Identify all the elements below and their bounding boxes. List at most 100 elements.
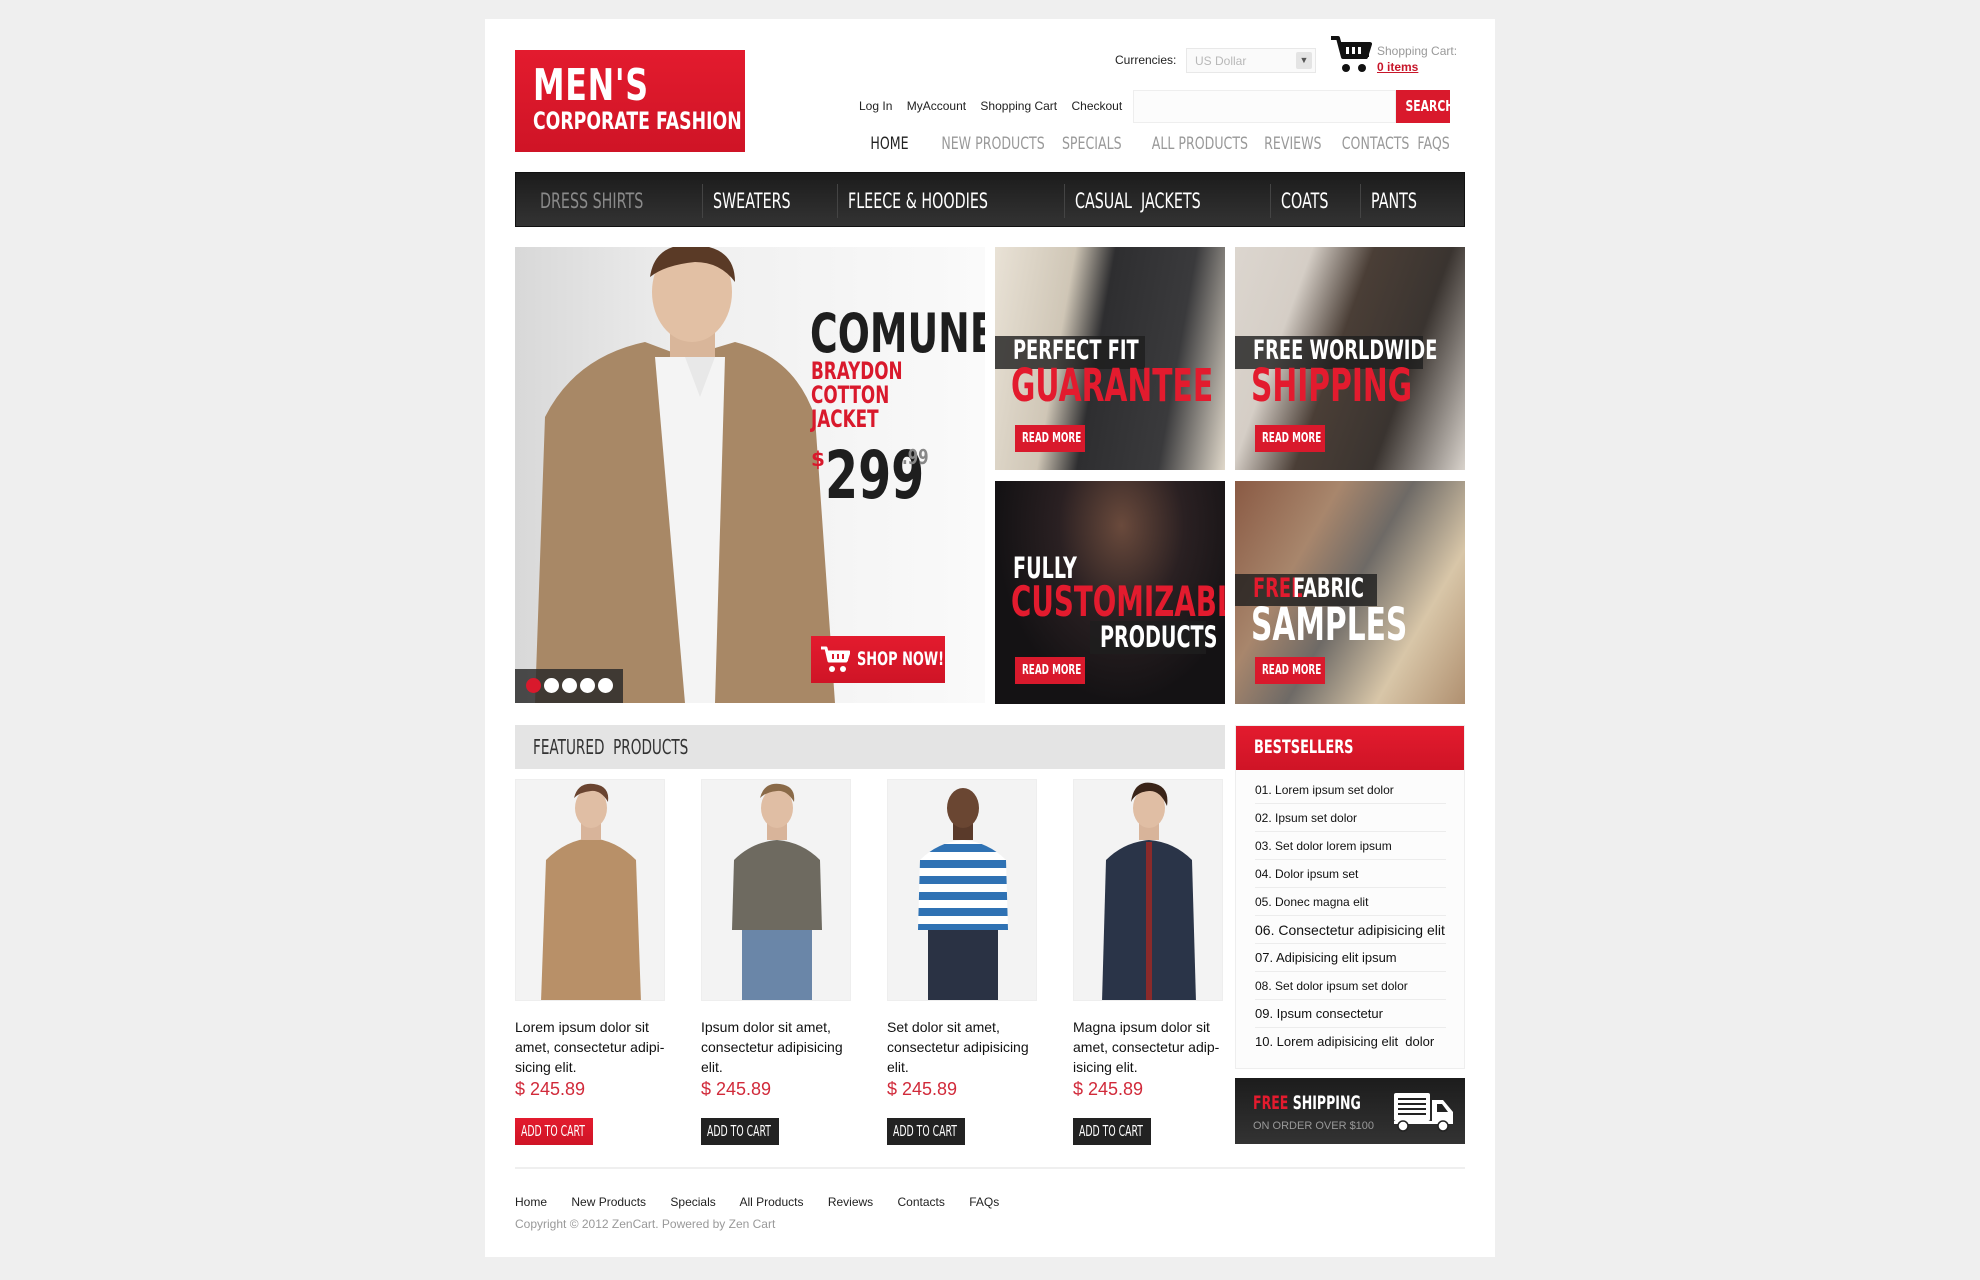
logo-line2: CORPORATE FASHION <box>533 107 742 135</box>
slide-dot-4[interactable] <box>580 678 595 693</box>
product-image[interactable] <box>1073 779 1223 1001</box>
banner-free-shipping[interactable]: FREE WORLDWIDE SHIPPING READ MORE <box>1235 247 1465 470</box>
bestseller-item[interactable]: 07. Adipisicing elit ipsum <box>1255 944 1446 972</box>
product-price: $ 245.89 <box>701 1079 772 1099</box>
bestsellers-list: 01. Lorem ipsum set dolor 02. Ipsum set … <box>1236 770 1464 1056</box>
product-name[interactable]: Set dolor sit amet, consectetur adipisic… <box>887 1017 1047 1077</box>
product-name[interactable]: Magna ipsum dolor sit amet, consectetur … <box>1073 1017 1233 1077</box>
slide-dot-2[interactable] <box>544 678 559 693</box>
product-name[interactable]: Lorem ipsum dolor sit amet, consectetur … <box>515 1017 675 1077</box>
nav-contacts[interactable]: CONTACTS <box>1342 134 1410 154</box>
featured-products-header: FEATURED PRODUCTS <box>515 725 1225 769</box>
checkout-link[interactable]: Checkout <box>1071 99 1122 113</box>
free-shipping-title: FREE SHIPPING <box>1253 1092 1361 1114</box>
cart-items-link[interactable]: 0 items <box>1377 60 1418 74</box>
slide-dot-3[interactable] <box>562 678 577 693</box>
slide-dot-5[interactable] <box>598 678 613 693</box>
nav-specials[interactable]: SPECIALS <box>1062 134 1122 154</box>
footer-link-faqs[interactable]: FAQs <box>969 1195 999 1209</box>
product-image[interactable] <box>515 779 665 1001</box>
shop-now-button[interactable]: SHOP NOW! <box>811 636 945 683</box>
product-price: $ 245.89 <box>515 1079 586 1099</box>
currency-select[interactable]: US Dollar ▼ <box>1186 48 1316 73</box>
footer-link-new-products[interactable]: New Products <box>571 1195 646 1209</box>
copyright-text: Copyright © 2012 ZenCart. Powered by Zen… <box>515 1217 776 1231</box>
bestseller-item[interactable]: 06. Consectetur adipisicing elit <box>1255 916 1446 944</box>
chevron-down-icon: ▼ <box>1296 52 1312 69</box>
logo-line1: MEN'S <box>533 60 649 111</box>
category-bar: DRESS SHIRTS SWEATERS FLEECE & HOODIES C… <box>515 172 1465 227</box>
free-shipping-banner[interactable]: FREE SHIPPING ON ORDER OVER $100 <box>1235 1078 1465 1144</box>
banner-customizable[interactable]: FULLY CUSTOMIZABLE PRODUCTS READ MORE <box>995 481 1225 704</box>
banner-line3: PRODUCTS <box>1100 620 1218 654</box>
add-to-cart-button[interactable]: ADD TO CART <box>701 1118 779 1145</box>
product-price: $ 245.89 <box>1073 1079 1144 1099</box>
read-more-button[interactable]: READ MORE <box>1015 425 1085 452</box>
bestseller-item[interactable]: 05. Donec magna elit <box>1255 888 1446 916</box>
login-link[interactable]: Log In <box>859 99 892 113</box>
nav-new-products[interactable]: NEW PRODUCTS <box>941 134 1044 154</box>
bestseller-item[interactable]: 09. Ipsum consectetur <box>1255 1000 1446 1028</box>
featured-title: FEATURED PRODUCTS <box>533 735 689 759</box>
hero-slider[interactable]: COMUNE BRAYDON COTTON JACKET $ 299 .99 S… <box>515 247 985 703</box>
bestseller-item[interactable]: 08. Set dolor ipsum set dolor <box>1255 972 1446 1000</box>
category-dress-shirts[interactable]: DRESS SHIRTS <box>530 184 702 218</box>
category-pants[interactable]: PANTS <box>1360 183 1449 218</box>
footer-link-specials[interactable]: Specials <box>670 1195 715 1209</box>
model-polo-image <box>702 780 850 1000</box>
cart-icon <box>821 646 850 672</box>
nav-faqs[interactable]: FAQS <box>1418 134 1450 154</box>
footer-link-reviews[interactable]: Reviews <box>828 1195 873 1209</box>
bestseller-item[interactable]: 10. Lorem adipisicing elit dolor <box>1255 1028 1446 1056</box>
footer-link-home[interactable]: Home <box>515 1195 547 1209</box>
truck-icon <box>1394 1093 1453 1132</box>
footer-link-all-products[interactable]: All Products <box>739 1195 803 1209</box>
add-to-cart-button[interactable]: ADD TO CART <box>1073 1118 1151 1145</box>
my-account-link[interactable]: MyAccount <box>907 99 966 113</box>
site-logo[interactable]: MEN'S CORPORATE FASHION <box>515 50 745 152</box>
product-name[interactable]: Ipsum dolor sit amet, consectetur adipis… <box>701 1017 861 1077</box>
banner-line2: CUSTOMIZABLE <box>1011 577 1225 626</box>
footer-link-contacts[interactable]: Contacts <box>898 1195 945 1209</box>
currency-label: Currencies: <box>1115 53 1177 67</box>
page-container: MEN'S CORPORATE FASHION Currencies: US D… <box>485 19 1495 1257</box>
search-input[interactable] <box>1133 90 1396 123</box>
slide-price-cents: .99 <box>902 445 929 469</box>
read-more-button[interactable]: READ MORE <box>1255 657 1325 684</box>
cart-label: Shopping Cart: <box>1377 44 1458 58</box>
category-casual-jackets[interactable]: CASUAL JACKETS <box>1063 183 1270 218</box>
add-to-cart-button[interactable]: ADD TO CART <box>515 1118 593 1145</box>
banner-perfect-fit[interactable]: PERFECT FIT GUARANTEE READ MORE <box>995 247 1225 470</box>
category-fleece-hoodies[interactable]: FLEECE & HOODIES <box>837 183 1064 218</box>
bestseller-item[interactable]: 03. Set dolor lorem ipsum <box>1255 832 1446 860</box>
category-sweaters[interactable]: SWEATERS <box>701 183 837 218</box>
nav-reviews[interactable]: REVIEWS <box>1265 134 1322 154</box>
product-image[interactable] <box>887 779 1037 1001</box>
product-image[interactable] <box>701 779 851 1001</box>
nav-all-products[interactable]: ALL PRODUCTS <box>1152 134 1248 154</box>
product-card: Lorem ipsum dolor sit amet, consectetur … <box>515 779 680 1145</box>
bestseller-item[interactable]: 02. Ipsum set dolor <box>1255 804 1446 832</box>
banner-line2: SAMPLES <box>1251 598 1408 651</box>
shopping-cart-link[interactable]: Shopping Cart <box>980 99 1057 113</box>
shopping-cart-icon[interactable] <box>1330 35 1372 75</box>
free-shipping-subtitle: ON ORDER OVER $100 <box>1253 1120 1375 1132</box>
category-coats[interactable]: COATS <box>1269 183 1361 218</box>
add-to-cart-button[interactable]: ADD TO CART <box>887 1118 965 1145</box>
bestsellers-box: BESTSELLERS 01. Lorem ipsum set dolor 02… <box>1235 725 1465 1069</box>
slide-brand: COMUNE <box>810 302 985 365</box>
footer-links: Home New Products Specials All Products … <box>515 1195 1020 1209</box>
bestseller-item[interactable]: 01. Lorem ipsum set dolor <box>1255 776 1446 804</box>
bestseller-item[interactable]: 04. Dolor ipsum set <box>1255 860 1446 888</box>
nav-home[interactable]: HOME <box>870 134 908 154</box>
slide-currency: $ <box>811 447 825 471</box>
read-more-button[interactable]: READ MORE <box>1255 425 1325 452</box>
product-card: Set dolor sit amet, consectetur adipisic… <box>887 779 1052 1145</box>
search-button[interactable]: SEARCH <box>1396 90 1454 123</box>
top-links: Log In MyAccount Shopping Cart Checkout <box>859 99 1133 113</box>
banner-fabric-samples[interactable]: FREE FABRIC SAMPLES READ MORE <box>1235 481 1465 704</box>
read-more-button[interactable]: READ MORE <box>1015 657 1085 684</box>
model-navy-jacket-image <box>1074 780 1222 1000</box>
currency-value: US Dollar <box>1195 54 1247 68</box>
slide-dot-1[interactable] <box>526 678 541 693</box>
